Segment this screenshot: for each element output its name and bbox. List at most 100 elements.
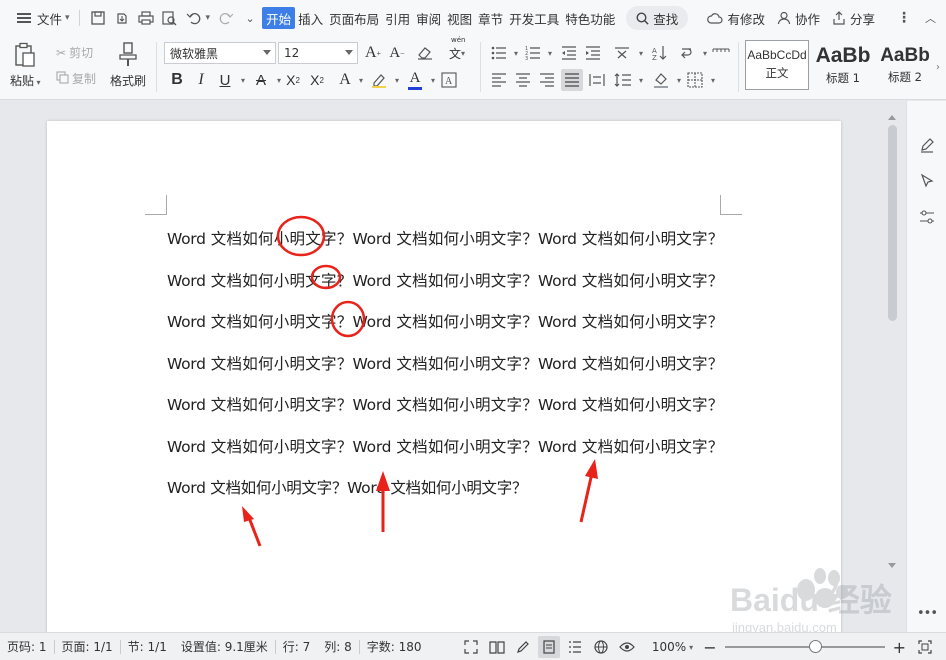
tab-home-label: 开始 xyxy=(266,11,292,27)
print-icon[interactable] xyxy=(137,9,155,27)
increase-indent-icon[interactable] xyxy=(582,42,604,64)
font-name-select[interactable]: 微软雅黑 xyxy=(164,42,276,64)
sort-icon[interactable]: AZ xyxy=(648,42,670,64)
zoom-in-icon[interactable]: + xyxy=(893,638,906,657)
superscript-icon[interactable]: X2 xyxy=(282,69,304,91)
fullscreen-expand-icon[interactable] xyxy=(460,636,482,658)
italic-icon[interactable]: I xyxy=(190,69,212,91)
style-heading-2[interactable]: AaBb 标题 2 xyxy=(873,40,937,90)
line-spacing-dropdown-icon[interactable]: ▾ xyxy=(630,69,652,91)
zoom-out-icon[interactable]: − xyxy=(703,638,716,657)
page-view-icon[interactable] xyxy=(537,636,560,658)
scrollbar-thumb[interactable] xyxy=(888,125,897,321)
select-cursor-icon[interactable] xyxy=(917,171,937,191)
copy-icon xyxy=(56,70,69,87)
undo-icon[interactable] xyxy=(185,9,203,27)
document-page[interactable]: Word 文档如何小明文字？Word 文档如何小明文字？Word 文档如何小明文… xyxy=(47,121,841,632)
file-menu[interactable]: 文件 ▾ xyxy=(14,7,73,29)
subscript-icon[interactable]: X2 xyxy=(306,69,328,91)
justify-icon[interactable] xyxy=(561,69,583,91)
decrease-indent-icon[interactable] xyxy=(558,42,580,64)
search-button[interactable]: 查找 xyxy=(626,6,689,30)
tab-page-layout[interactable]: 页面布局 xyxy=(326,7,382,29)
cloud-icon xyxy=(707,13,723,24)
reading-view-icon[interactable] xyxy=(486,636,508,658)
scroll-down-icon[interactable] xyxy=(888,563,896,568)
align-center-icon[interactable] xyxy=(512,69,534,91)
align-left-icon[interactable] xyxy=(488,69,510,91)
tab-review[interactable]: 审阅 xyxy=(413,7,444,29)
copy-button[interactable]: 复制 xyxy=(56,70,96,87)
outline-view-icon[interactable] xyxy=(564,636,586,658)
more-options-icon[interactable]: ••• xyxy=(917,603,938,623)
document-body-text[interactable]: Word 文档如何小明文字？Word 文档如何小明文字？Word 文档如何小明文… xyxy=(167,219,723,510)
status-pages[interactable]: 页面: 1/1 xyxy=(55,638,120,655)
status-word-count[interactable]: 字数: 180 xyxy=(360,638,429,655)
collaborate-label: 协作 xyxy=(794,11,820,27)
status-row[interactable]: 行: 7 xyxy=(276,638,318,655)
divider xyxy=(480,42,481,92)
distribute-icon[interactable] xyxy=(586,69,608,91)
grow-font-icon[interactable]: A + xyxy=(362,42,384,64)
changes-button[interactable]: 有修改 xyxy=(707,9,765,28)
tab-view-label: 视图 xyxy=(447,11,473,27)
cut-button[interactable]: ✂ 剪切 xyxy=(56,44,93,61)
paste-label: 粘贴 xyxy=(10,74,35,88)
format-painter-button[interactable]: 格式刷 xyxy=(110,42,146,89)
shrink-font-icon[interactable]: A − xyxy=(386,42,408,64)
eye-protection-icon[interactable] xyxy=(616,636,638,658)
save-icon[interactable] xyxy=(89,9,107,27)
scroll-up-icon[interactable] xyxy=(888,115,896,120)
tab-view[interactable]: 视图 xyxy=(444,7,475,29)
undo-dropdown-icon[interactable]: ▾ xyxy=(206,13,211,23)
edit-pen-icon[interactable] xyxy=(917,135,937,155)
status-column[interactable]: 列: 8 xyxy=(317,638,359,655)
tab-insert[interactable]: 插入 xyxy=(295,7,326,29)
status-section[interactable]: 节: 1/1 xyxy=(121,638,174,655)
scissors-icon: ✂ xyxy=(56,45,67,60)
phonetic-guide-icon[interactable]: 文 wén ▾ xyxy=(442,36,472,64)
style-heading-1-sample: AaBb xyxy=(815,43,871,67)
vertical-scrollbar[interactable] xyxy=(885,115,899,575)
font-size-select[interactable]: 12 xyxy=(278,42,358,64)
status-page-number[interactable]: 页码: 1 xyxy=(0,638,54,655)
paste-button[interactable]: 粘贴 ▾ xyxy=(10,42,41,89)
borders-dropdown-icon[interactable]: ▾ xyxy=(702,69,724,91)
write-mode-icon[interactable] xyxy=(512,636,534,658)
status-setting[interactable]: 设置值: 9.1厘米 xyxy=(174,638,275,655)
clear-format-icon[interactable] xyxy=(414,42,436,64)
tab-developer[interactable]: 开发工具 xyxy=(506,7,562,29)
char-border-icon[interactable]: A xyxy=(438,69,460,91)
share-button[interactable]: 分享 xyxy=(832,9,875,28)
file-menu-label: 文件 xyxy=(37,11,63,27)
zoom-dropdown-icon[interactable]: ▾ xyxy=(689,643,693,652)
export-icon[interactable] xyxy=(113,9,131,27)
customize-toolbar-icon[interactable]: ⌄ xyxy=(241,9,259,27)
zoom-level[interactable]: 100% xyxy=(652,640,686,654)
tab-section[interactable]: 章节 xyxy=(475,7,506,29)
align-right-icon[interactable] xyxy=(536,69,558,91)
collaborate-button[interactable]: 协作 xyxy=(777,9,820,28)
redo-icon[interactable] xyxy=(217,9,235,27)
bold-icon[interactable]: B xyxy=(166,69,188,91)
styles-scroll-icon[interactable]: › xyxy=(932,56,944,78)
zoom-slider-knob[interactable] xyxy=(808,640,822,653)
zoom-slider[interactable] xyxy=(724,640,885,653)
right-actions: 有修改 协作 分享 ⋮ ︿ xyxy=(695,0,936,36)
collapse-ribbon-button[interactable]: ︿ xyxy=(925,10,936,26)
web-view-icon[interactable] xyxy=(590,636,612,658)
table-tools-icon[interactable] xyxy=(710,42,732,64)
margin-corner-mark xyxy=(145,195,167,215)
more-menu-button[interactable]: ⋮ xyxy=(897,10,911,26)
style-heading-1[interactable]: AaBb 标题 1 xyxy=(811,40,875,90)
clipboard-icon xyxy=(12,42,38,68)
fit-page-icon[interactable] xyxy=(914,636,936,658)
print-preview-icon[interactable] xyxy=(161,9,179,27)
margin-corner-mark xyxy=(720,195,742,215)
tab-features[interactable]: 特色功能 xyxy=(562,7,618,29)
chevron-down-icon xyxy=(263,50,271,55)
tab-home[interactable]: 开始 xyxy=(262,7,296,29)
adjust-sliders-icon[interactable] xyxy=(917,207,937,227)
style-normal[interactable]: AaBbCcDd 正文 xyxy=(745,40,809,90)
tab-references[interactable]: 引用 xyxy=(382,7,413,29)
